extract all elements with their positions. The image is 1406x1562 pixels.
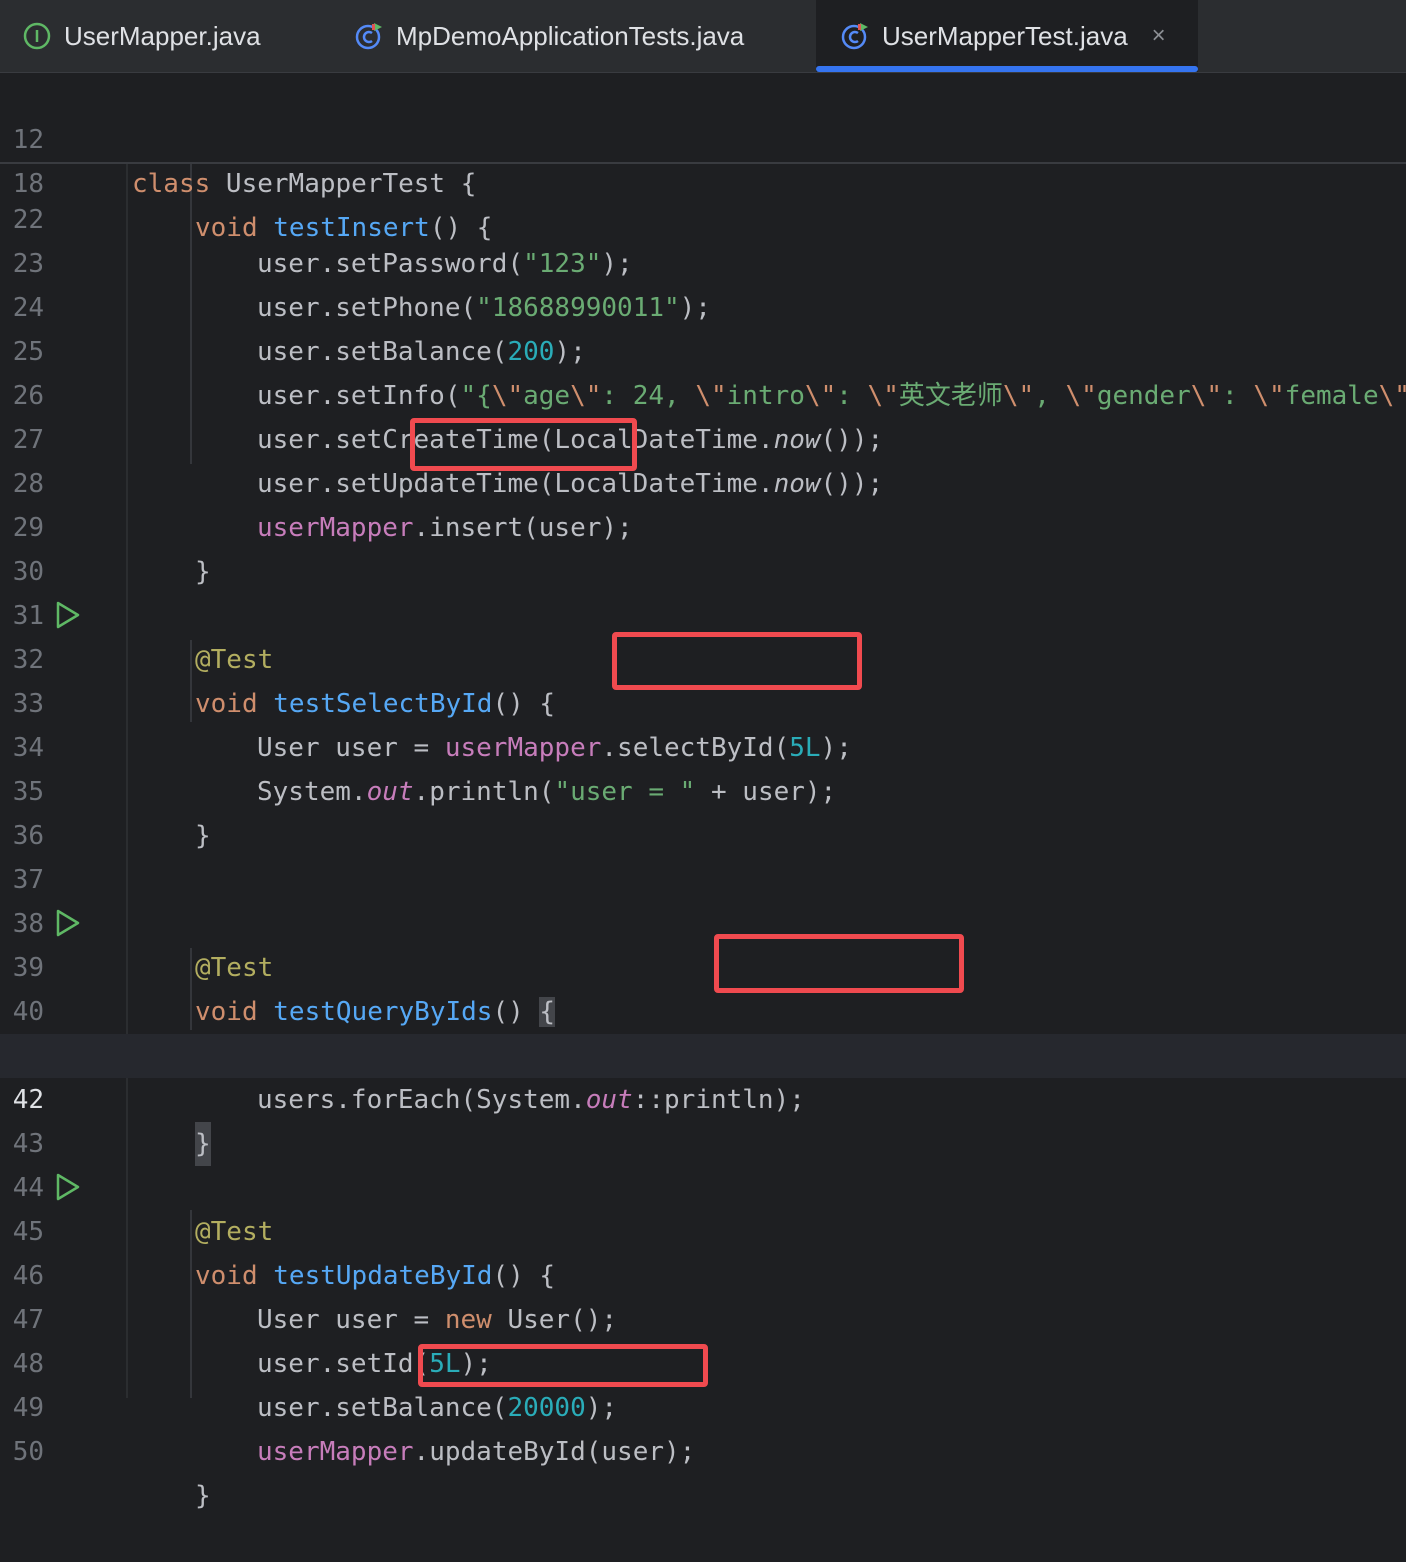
line-number: 18: [12, 169, 44, 199]
code-line-38[interactable]: 38 @Test: [0, 858, 1406, 983]
highlight-box-selectbyid: [612, 632, 862, 690]
code-line-43[interactable]: 43: [0, 1078, 1406, 1159]
code-line-27[interactable]: 27 user.setUpdateTime(LocalDateTime.now(…: [0, 374, 1406, 499]
code-line-35[interactable]: 35 }: [0, 726, 1406, 851]
code-line-48[interactable]: 48 user.setBalance(20000);: [0, 1298, 1406, 1423]
run-test-icon[interactable]: [54, 1173, 82, 1201]
code-line-44[interactable]: 44 @Test: [0, 1122, 1406, 1247]
code-line-45[interactable]: 45 void testUpdateById() {: [0, 1166, 1406, 1291]
code-line-50[interactable]: 50 }: [0, 1386, 1406, 1511]
code-line-31[interactable]: 31 @Test: [0, 550, 1406, 675]
code-line-28[interactable]: 28 userMapper.insert(user);: [0, 418, 1406, 543]
code-line-29[interactable]: 29 }: [0, 462, 1406, 587]
code-text: userMapper.updateById(user);: [257, 1437, 696, 1467]
line-number: 50: [12, 1437, 44, 1467]
code-line-18[interactable]: 18 void testInsert() {: [0, 118, 1406, 243]
code-text: }: [195, 1481, 211, 1511]
code-line-36[interactable]: 36: [0, 770, 1406, 851]
code-text: class UserMapperTest {: [132, 169, 477, 199]
code-line-42[interactable]: 42 }: [0, 1034, 1406, 1166]
run-test-icon[interactable]: [54, 601, 82, 629]
code-line-26[interactable]: 26 user.setCreateTime(LocalDateTime.now(…: [0, 330, 1406, 455]
code-line-25[interactable]: 25 user.setInfo("{\"age\": 24, \"intro\"…: [0, 286, 1406, 411]
code-line-37[interactable]: 37: [0, 814, 1406, 895]
run-test-icon[interactable]: [54, 909, 82, 937]
code-line-46[interactable]: 46 User user = new User();: [0, 1210, 1406, 1335]
sticky-scope-header: 12 class UserMapperTest { 18 void testIn…: [0, 74, 1406, 243]
highlight-box-updatebyid: [418, 1344, 708, 1387]
code-line-41[interactable]: 41 users.forEach(System.out::println);: [0, 990, 1406, 1115]
code-line-30[interactable]: 30: [0, 506, 1406, 587]
code-line-12[interactable]: 12 class UserMapperTest {: [0, 74, 1406, 199]
code-text: void testInsert() {: [195, 213, 493, 243]
code-line-47[interactable]: 47 user.setId(5L);: [0, 1254, 1406, 1379]
highlight-box-selectbatchids: [714, 934, 964, 993]
highlight-box-insert: [410, 418, 637, 471]
code-line-39[interactable]: 39 void testQueryByIds() {: [0, 902, 1406, 1027]
code-line-40[interactable]: 40 List<User> users = userMapper.selectB…: [0, 946, 1406, 1071]
